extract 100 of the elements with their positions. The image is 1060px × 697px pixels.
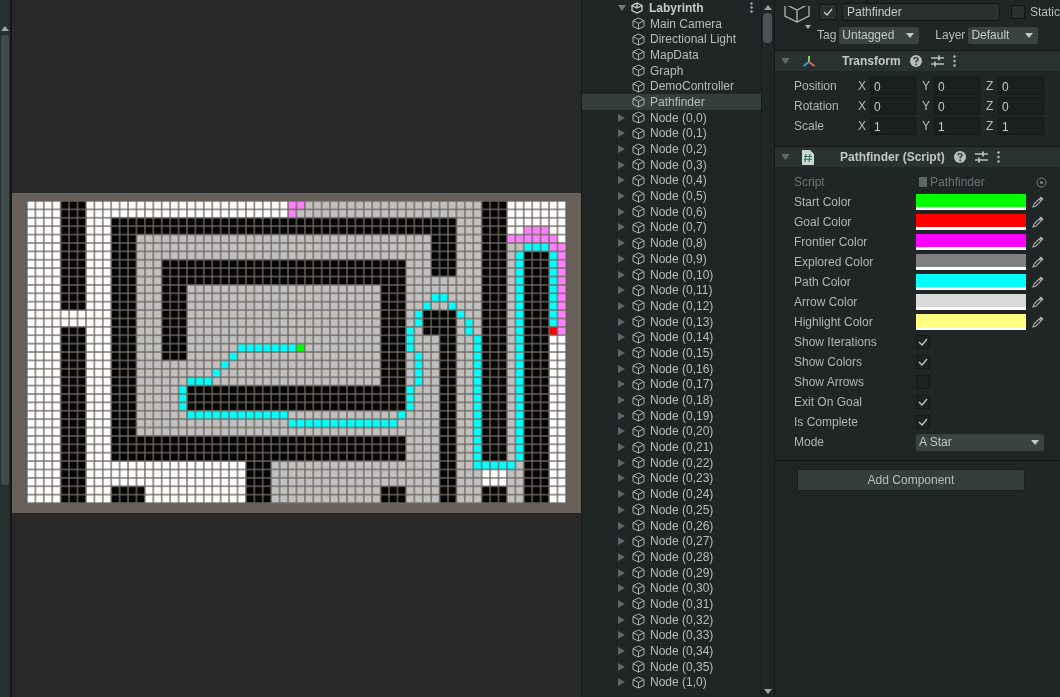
property-label: Script [794, 175, 826, 189]
scroll-up-icon[interactable] [764, 5, 772, 10]
hierarchy-item[interactable]: Node (0,19) [582, 407, 761, 424]
checkbox[interactable] [916, 355, 930, 369]
scrollbar[interactable] [761, 0, 774, 697]
hierarchy-item[interactable]: Node (0,10) [582, 266, 761, 283]
hierarchy-item[interactable]: Node (0,9) [582, 251, 761, 267]
hierarchy-item[interactable]: Node (0,12) [582, 298, 761, 314]
hierarchy-item[interactable]: Node (0,8) [582, 235, 761, 251]
name-field[interactable]: Pathfinder [842, 3, 1000, 21]
hierarchy-item[interactable]: Node (0,31) [582, 596, 761, 612]
hierarchy-item[interactable]: Pathfinder [582, 94, 761, 110]
eyedropper-icon[interactable] [1032, 316, 1044, 328]
checkbox[interactable] [916, 335, 930, 349]
hierarchy-item[interactable]: Node (0,24) [582, 486, 761, 502]
hierarchy-item[interactable]: Node (0,23) [582, 470, 761, 487]
number-field[interactable]: 0 [998, 97, 1044, 115]
hierarchy-item[interactable]: Node (0,28) [582, 549, 761, 565]
static-checkbox[interactable] [1011, 5, 1025, 19]
layer-dropdown[interactable]: Default [968, 26, 1039, 44]
hierarchy-item[interactable]: Node (0,4) [582, 172, 761, 189]
hierarchy-item[interactable]: Node (0,25) [582, 502, 761, 518]
hierarchy-item[interactable]: Node (0,7) [582, 219, 761, 236]
number-field[interactable]: 0 [870, 77, 916, 95]
hierarchy-item[interactable]: MapData [582, 47, 761, 63]
number-field[interactable]: 1 [870, 117, 916, 135]
hierarchy-item[interactable]: Node (0,3) [582, 156, 761, 173]
hierarchy-item[interactable]: Node (0,33) [582, 627, 761, 644]
hierarchy-item[interactable]: Directional Light [582, 31, 761, 48]
hierarchy-item[interactable]: Node (0,17) [582, 376, 761, 393]
hierarchy-item[interactable]: Node (0,1) [582, 125, 761, 142]
cube-icon [632, 660, 645, 674]
hierarchy-item[interactable]: Node (0,21) [582, 439, 761, 455]
hierarchy-item[interactable]: Node (0,6) [582, 203, 761, 220]
scroll-down-icon[interactable] [764, 689, 772, 694]
color-swatch[interactable] [916, 294, 1026, 307]
more-options-icon[interactable] [996, 151, 1000, 163]
eyedropper-icon[interactable] [1032, 196, 1044, 208]
hierarchy-item[interactable]: Node (0,15) [582, 345, 761, 361]
hierarchy-item[interactable]: Node (0,5) [582, 188, 761, 204]
hierarchy-item[interactable]: Node (0,22) [582, 454, 761, 471]
hierarchy-item[interactable]: Node (1,0) [582, 674, 761, 691]
eyedropper-icon[interactable] [1032, 236, 1044, 248]
component-header[interactable]: Pathfinder (Script) [775, 146, 1060, 167]
scrollbar-thumb[interactable] [763, 13, 773, 43]
eyedropper-icon[interactable] [1032, 216, 1044, 228]
hierarchy-item[interactable]: Node (0,16) [582, 360, 761, 377]
hierarchy-item[interactable]: Node (0,11) [582, 282, 761, 299]
hierarchy-item[interactable]: Node (0,27) [582, 533, 761, 550]
hierarchy-item[interactable]: Node (0,0) [582, 109, 761, 126]
hierarchy-item[interactable]: Node (0,18) [582, 392, 761, 408]
hierarchy-item[interactable]: Node (0,35) [582, 658, 761, 675]
color-swatch[interactable] [916, 274, 1026, 287]
eyedropper-icon[interactable] [1032, 296, 1044, 308]
caret-icon[interactable] [781, 153, 790, 161]
scrollbar-thumb[interactable] [1, 35, 9, 485]
eyedropper-icon[interactable] [1032, 256, 1044, 268]
color-swatch[interactable] [916, 214, 1026, 227]
scrollbar[interactable] [0, 0, 12, 697]
add-component-button[interactable]: Add Component [797, 469, 1025, 491]
mode-dropdown[interactable]: A Star [916, 433, 1044, 451]
number-field[interactable]: 1 [998, 117, 1044, 135]
help-icon[interactable] [909, 55, 922, 67]
hierarchy-item[interactable]: Node (0,29) [582, 564, 761, 581]
caret-icon[interactable] [781, 57, 790, 65]
number-field[interactable]: 0 [870, 97, 916, 115]
color-swatch[interactable] [916, 234, 1026, 247]
checkbox[interactable] [916, 415, 930, 429]
sliders-icon[interactable] [974, 151, 988, 163]
hierarchy-item[interactable]: Node (0,34) [582, 643, 761, 659]
hierarchy-item[interactable]: Node (0,26) [582, 517, 761, 534]
checkbox[interactable] [916, 395, 930, 409]
target-icon[interactable] [1036, 176, 1047, 188]
hierarchy-item[interactable]: DemoController [582, 78, 761, 95]
scene-item[interactable]: Labyrinth [582, 0, 761, 16]
color-swatch[interactable] [916, 194, 1026, 207]
sliders-icon[interactable] [930, 55, 944, 67]
component-header[interactable]: Transform [775, 50, 1060, 71]
color-swatch[interactable] [916, 254, 1026, 267]
color-swatch[interactable] [916, 314, 1026, 327]
more-options-icon[interactable] [952, 55, 956, 67]
more-options-icon[interactable] [750, 2, 753, 14]
number-field[interactable]: 1 [934, 117, 980, 135]
hierarchy-item[interactable]: Node (0,14) [582, 329, 761, 346]
hierarchy-item[interactable]: Node (0,32) [582, 611, 761, 628]
hierarchy-item[interactable]: Node (0,20) [582, 423, 761, 440]
hierarchy-item[interactable]: Main Camera [582, 15, 761, 32]
number-field[interactable]: 0 [998, 77, 1044, 95]
hierarchy-item[interactable]: Node (0,13) [582, 313, 761, 330]
caret-icon[interactable] [618, 3, 626, 12]
number-field[interactable]: 0 [934, 77, 980, 95]
help-icon[interactable] [953, 151, 966, 163]
hierarchy-item[interactable]: Node (0,30) [582, 580, 761, 597]
hierarchy-item[interactable]: Node (0,2) [582, 141, 761, 157]
eyedropper-icon[interactable] [1032, 276, 1044, 288]
tag-dropdown[interactable]: Untagged [839, 26, 920, 44]
hierarchy-item[interactable]: Graph [582, 62, 761, 79]
number-field[interactable]: 0 [934, 97, 980, 115]
scroll-up-icon[interactable] [1, 26, 9, 31]
active-checkbox[interactable] [819, 4, 837, 20]
